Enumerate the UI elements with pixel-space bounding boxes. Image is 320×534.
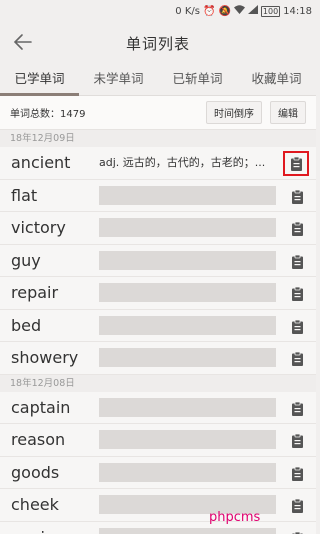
page-title: 单词列表 <box>125 34 190 53</box>
list-item[interactable]: ancient adj. 远古的，古代的，古老的；... <box>0 147 316 180</box>
word-text: reason <box>11 430 66 450</box>
word-text: victory <box>11 218 66 238</box>
status-bar: 0 K/s ⏰ 🔕 100 14:18 <box>0 0 316 22</box>
clipboard-icon[interactable] <box>285 219 309 239</box>
tab-slashed[interactable]: 已斩单词 <box>158 64 237 95</box>
list-item[interactable]: guy <box>0 244 316 277</box>
clipboard-icon[interactable] <box>285 284 309 304</box>
word-text: cheek <box>11 495 59 515</box>
battery-icon: 100 <box>260 5 281 17</box>
definition-mask[interactable] <box>99 430 276 450</box>
list-item[interactable]: showery <box>0 342 316 375</box>
word-text: flat <box>11 185 38 205</box>
list-item[interactable]: goods <box>0 456 316 489</box>
definition-text[interactable]: adj. 远古的，古代的，古老的；... <box>99 153 276 172</box>
list-toolbar: 单词总数：1479 时间倒序 编辑 <box>0 96 316 130</box>
tab-unlearned[interactable]: 未学单词 <box>79 64 158 95</box>
clipboard-icon[interactable] <box>285 317 309 337</box>
clipboard-icon[interactable] <box>285 399 309 419</box>
tab-bar: 已学单词 未学单词 已斩单词 收藏单词 <box>0 64 316 96</box>
list-item[interactable]: cheek <box>0 489 316 522</box>
definition-mask[interactable] <box>99 218 276 238</box>
clipboard-icon[interactable] <box>285 464 309 484</box>
word-text: guy <box>11 250 41 270</box>
clipboard-icon[interactable] <box>285 431 309 451</box>
word-text: goods <box>11 462 60 482</box>
clock: 14:18 <box>283 5 312 17</box>
definition-mask[interactable] <box>99 348 276 368</box>
watermark: phpcms <box>209 510 261 525</box>
clipboard-icon[interactable] <box>283 151 309 176</box>
clipboard-icon[interactable] <box>285 252 309 272</box>
section-date: 18年12月08日 <box>0 374 316 392</box>
definition-mask[interactable] <box>99 527 276 534</box>
list-item[interactable]: environmental <box>0 521 316 534</box>
network-speed: 0 K/s <box>175 5 200 17</box>
word-text: ancient <box>11 153 71 173</box>
definition-mask[interactable] <box>99 397 276 417</box>
definition-mask[interactable] <box>99 315 276 335</box>
word-total: 单词总数：1479 <box>10 109 86 120</box>
word-text: environmental <box>11 528 99 534</box>
list-item[interactable]: victory <box>0 212 316 245</box>
word-list: 18年12月09日 ancient adj. 远古的，古代的，古老的；... f… <box>0 130 316 534</box>
sort-button[interactable]: 时间倒序 <box>206 101 262 124</box>
list-item[interactable]: flat <box>0 179 316 212</box>
list-item[interactable]: bed <box>0 309 316 342</box>
word-text: bed <box>11 315 42 335</box>
clipboard-icon[interactable] <box>285 349 309 369</box>
silent-icon: 🔕 <box>218 5 231 17</box>
word-text: captain <box>11 397 71 417</box>
word-text: showery <box>11 348 79 368</box>
section-date: 18年12月09日 <box>0 130 316 147</box>
list-item[interactable]: captain <box>0 391 316 424</box>
clipboard-icon[interactable] <box>285 187 309 207</box>
definition-mask[interactable] <box>99 283 276 303</box>
definition-mask[interactable] <box>99 185 276 205</box>
alarm-icon: ⏰ <box>202 5 216 17</box>
list-item[interactable]: repair <box>0 277 316 310</box>
word-text: repair <box>11 283 59 303</box>
back-arrow-icon[interactable] <box>12 31 34 53</box>
definition-mask[interactable] <box>99 462 276 482</box>
clipboard-icon[interactable] <box>285 529 309 534</box>
app-bar: 单词列表 <box>0 22 316 64</box>
clipboard-icon[interactable] <box>285 496 309 516</box>
wifi-icon <box>233 5 245 17</box>
definition-mask[interactable] <box>99 250 276 270</box>
tab-favorites[interactable]: 收藏单词 <box>237 64 316 95</box>
tab-learned[interactable]: 已学单词 <box>0 64 79 96</box>
signal-icon <box>247 5 258 17</box>
list-item[interactable]: reason <box>0 424 316 457</box>
edit-button[interactable]: 编辑 <box>270 101 306 124</box>
